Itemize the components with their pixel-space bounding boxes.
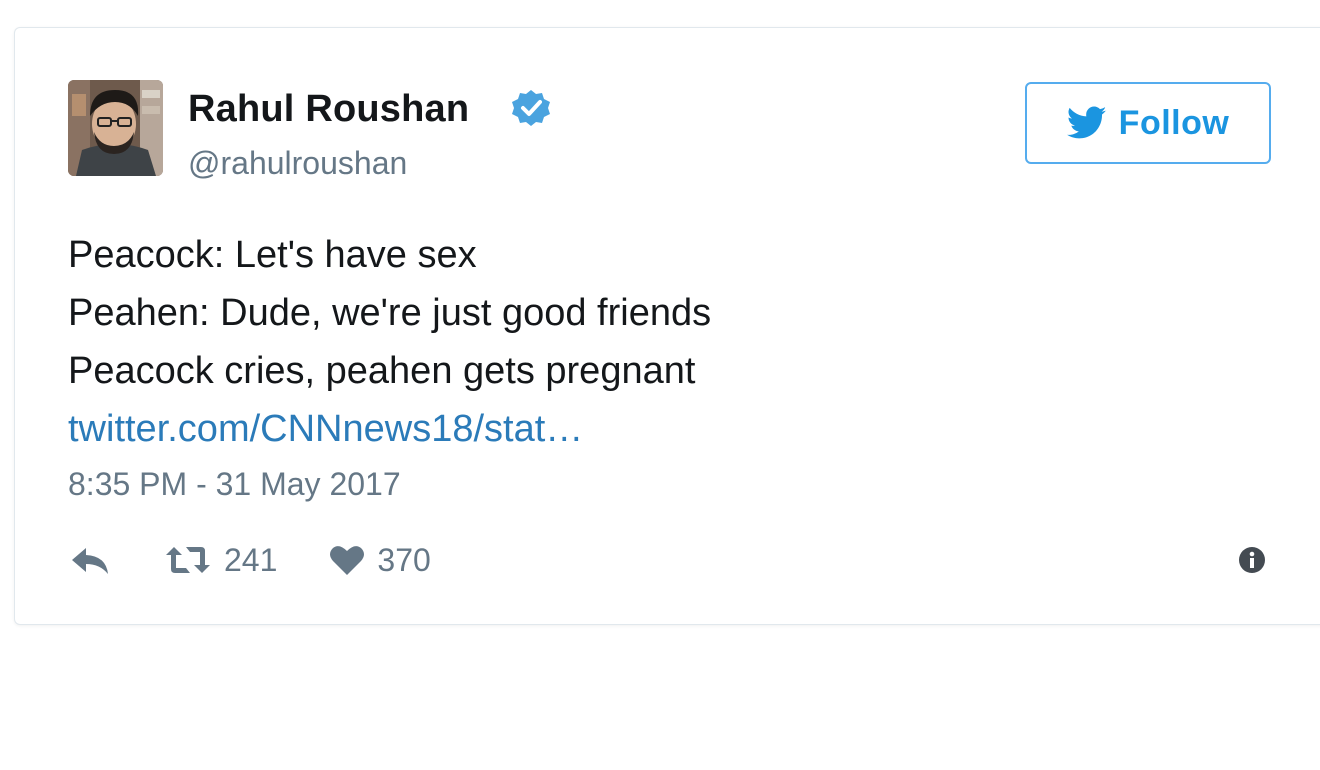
like-button[interactable]: 370 — [329, 541, 431, 579]
retweet-icon — [166, 547, 210, 573]
retweet-count: 241 — [224, 541, 278, 578]
tweet-actions: 241 370 — [70, 536, 431, 584]
follow-button[interactable]: Follow — [1025, 82, 1271, 164]
tweet-timestamp[interactable]: 8:35 PM - 31 May 2017 — [68, 466, 401, 503]
reply-icon — [72, 548, 108, 574]
info-icon[interactable] — [1238, 546, 1266, 574]
reply-button[interactable] — [70, 544, 110, 576]
like-count: 370 — [377, 541, 431, 578]
tweet-link[interactable]: twitter.com/CNNnews18/stat… — [68, 400, 1068, 458]
tweet-line: Peacock cries, peahen gets pregnant — [68, 350, 696, 392]
avatar[interactable] — [68, 80, 163, 176]
tweet-line: Peacock: Let's have sex — [68, 234, 477, 276]
verified-badge-icon — [512, 90, 550, 126]
author-handle[interactable]: @rahulroushan — [188, 145, 407, 182]
tweet-text: Peacock: Let's have sex Peahen: Dude, we… — [68, 226, 1068, 458]
user-photo-avatar — [68, 80, 163, 176]
tweet-line: Peahen: Dude, we're just good friends — [68, 292, 712, 334]
follow-label: Follow — [1118, 103, 1230, 142]
display-name[interactable]: Rahul Roushan — [188, 88, 469, 131]
retweet-button[interactable]: 241 — [164, 542, 277, 579]
heart-icon — [330, 546, 365, 575]
twitter-bird-icon — [1066, 106, 1107, 139]
